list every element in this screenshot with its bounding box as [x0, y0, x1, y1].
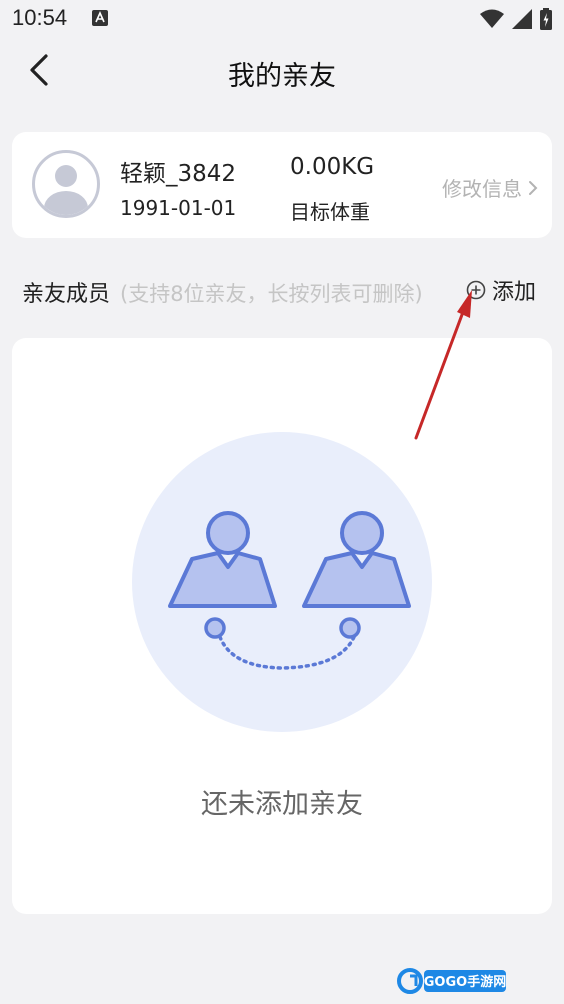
empty-state-card: 还未添加亲友	[12, 338, 552, 914]
members-header: 亲友成员 (支持8位亲友，长按列表可删除) 添加	[0, 268, 564, 312]
birthdate: 1991-01-01	[120, 196, 237, 220]
status-bar: 10:54	[0, 0, 564, 38]
battery-icon	[540, 8, 552, 30]
empty-state-message: 还未添加亲友	[201, 789, 363, 820]
edit-info-button[interactable]: 修改信息	[442, 173, 538, 202]
plus-circle-icon	[466, 280, 486, 300]
avatar	[32, 150, 100, 218]
keyboard-notification-icon	[92, 10, 108, 26]
add-member-button[interactable]: 添加	[463, 274, 536, 306]
watermark-logo: GOGO手游网	[397, 968, 506, 994]
watermark-text: GOGO手游网	[424, 974, 506, 990]
page-title: 我的亲友	[228, 61, 336, 92]
members-hint: (支持8位亲友，长按列表可删除)	[120, 282, 423, 306]
profile-card[interactable]: 轻颖_3842 1991-01-01 0.00KG 目标体重 修改信息	[12, 132, 552, 238]
chevron-right-icon	[529, 180, 538, 195]
username: 轻颖_3842	[120, 161, 237, 187]
members-title: 亲友成员	[22, 282, 111, 307]
status-icons	[480, 8, 552, 30]
signal-icon	[512, 9, 532, 29]
top-nav: 我的亲友	[0, 38, 564, 102]
edit-info-label: 修改信息	[442, 177, 522, 201]
friends-illustration	[132, 432, 432, 732]
target-weight-label: 目标体重	[290, 200, 370, 224]
status-time: 10:54	[12, 5, 68, 30]
wifi-icon	[480, 9, 504, 28]
add-member-label: 添加	[491, 280, 536, 305]
target-weight-value: 0.00KG	[290, 154, 375, 180]
